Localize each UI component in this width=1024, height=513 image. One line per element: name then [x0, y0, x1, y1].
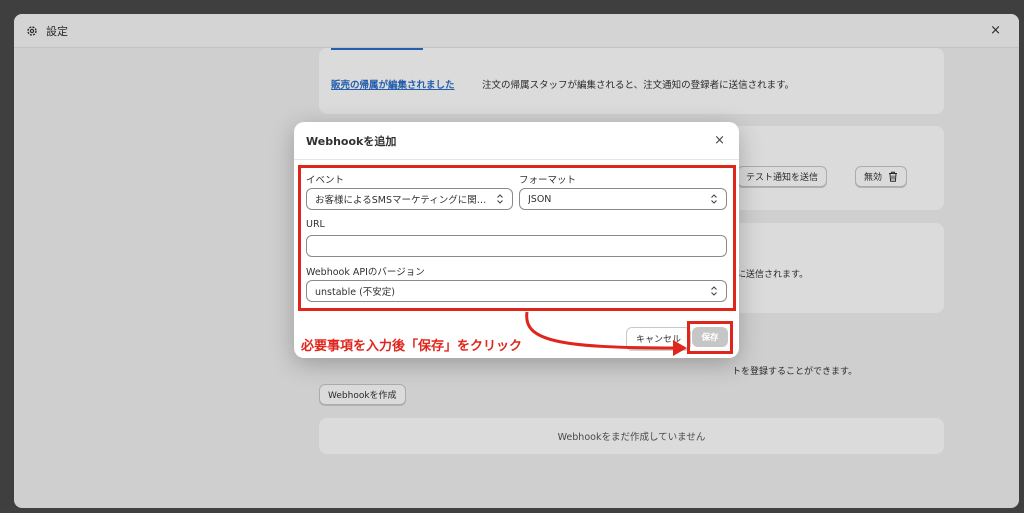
modal-title: Webhookを追加 [306, 134, 397, 148]
instruction-annotation: 必要事項を入力後「保存」をクリック [301, 339, 523, 354]
modal-header: Webhookを追加 × [294, 122, 739, 160]
modal-close-icon[interactable]: × [714, 133, 725, 148]
pointer-arrow-icon [525, 311, 687, 356]
required-fields-highlight [298, 165, 736, 311]
